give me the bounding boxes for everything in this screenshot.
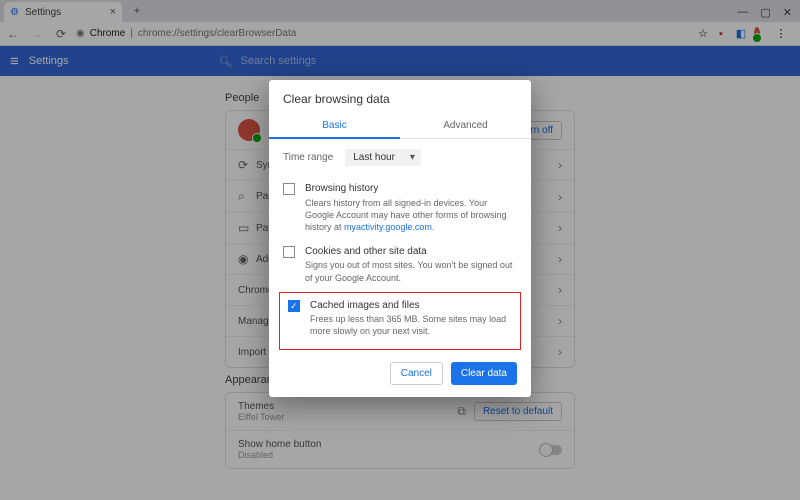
tab-advanced[interactable]: Advanced <box>400 114 531 138</box>
checkbox-unchecked[interactable] <box>283 183 295 195</box>
option-title: Cached images and files <box>310 299 512 313</box>
highlighted-option: Cached images and files Frees up less th… <box>279 292 521 351</box>
cancel-button[interactable]: Cancel <box>390 362 443 385</box>
option-cookies[interactable]: Cookies and other site data Signs you ou… <box>269 239 531 290</box>
dialog-title: Clear browsing data <box>269 92 531 114</box>
checkbox-unchecked[interactable] <box>283 246 295 258</box>
option-title: Browsing history <box>305 182 517 196</box>
time-range-select[interactable]: Last hour <box>345 149 421 166</box>
option-title: Cookies and other site data <box>305 245 517 259</box>
myactivity-link[interactable]: myactivity.google.com <box>344 222 432 232</box>
dialog-tabs: Basic Advanced <box>269 114 531 139</box>
tab-basic[interactable]: Basic <box>269 114 400 139</box>
modal-scrim: Clear browsing data Basic Advanced Time … <box>0 0 800 500</box>
time-range-label: Time range <box>283 152 333 163</box>
option-cached[interactable]: Cached images and files Frees up less th… <box>284 297 516 340</box>
checkbox-checked[interactable] <box>288 300 300 312</box>
clear-browsing-data-dialog: Clear browsing data Basic Advanced Time … <box>269 80 531 397</box>
clear-data-button[interactable]: Clear data <box>451 362 517 385</box>
option-browsing-history[interactable]: Browsing history Clears history from all… <box>269 176 531 239</box>
